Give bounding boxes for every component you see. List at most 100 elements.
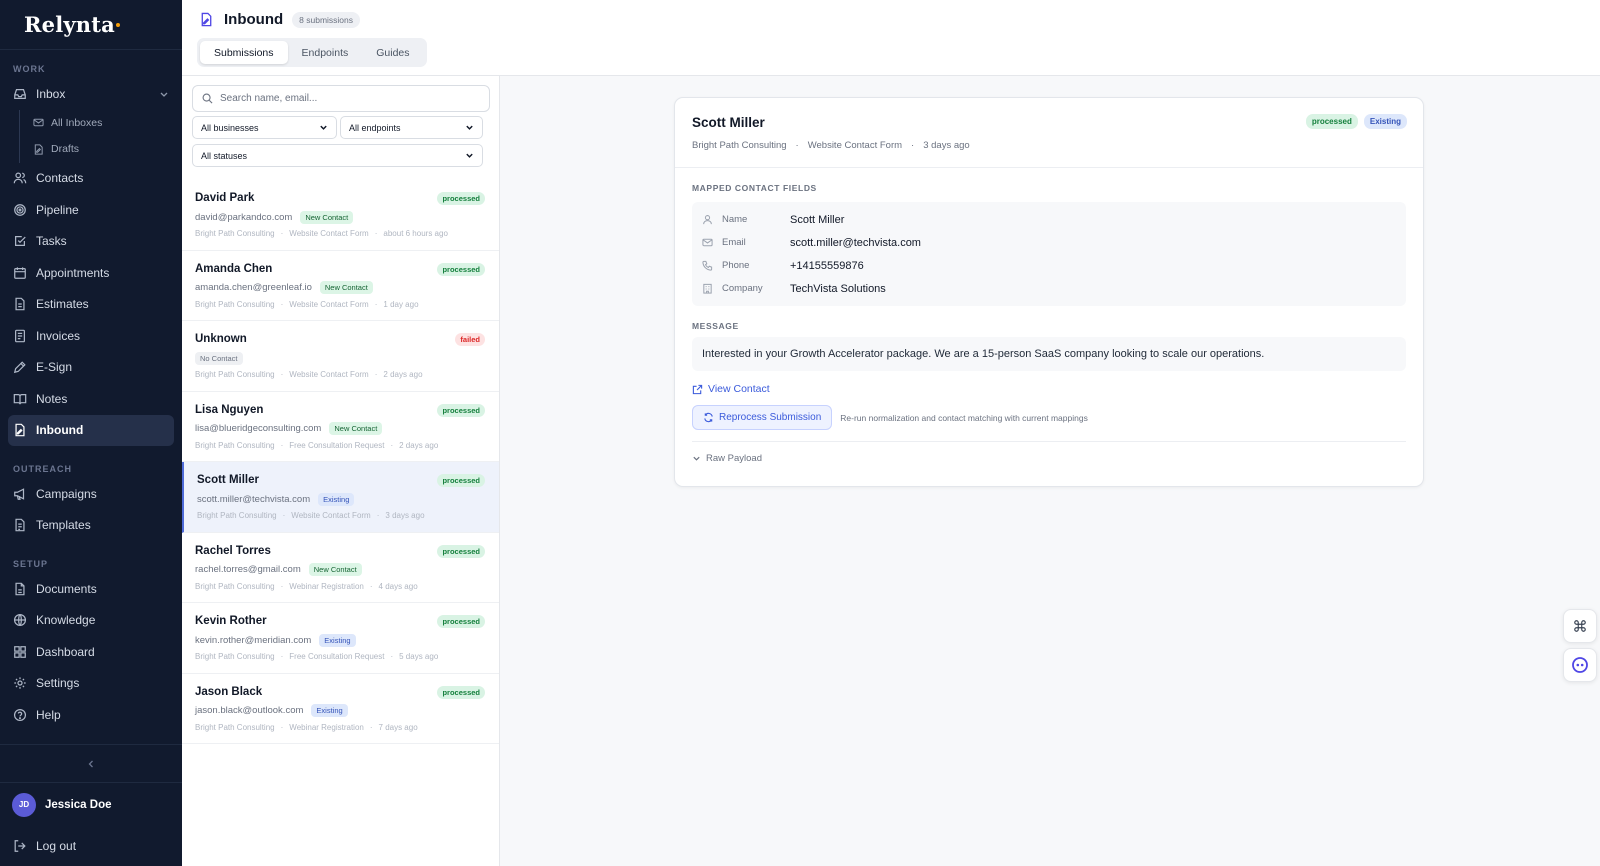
row-business: Bright Path Consulting bbox=[195, 299, 275, 309]
bot-icon bbox=[1571, 656, 1589, 674]
logout-icon bbox=[13, 839, 27, 853]
mail-icon bbox=[702, 237, 713, 248]
section-label-work: WORK bbox=[13, 64, 46, 74]
sidebar-item-templates[interactable]: Templates bbox=[8, 510, 174, 542]
row-email: lisa@blueridgeconsulting.com bbox=[195, 423, 322, 434]
tab-endpoints[interactable]: Endpoints bbox=[288, 41, 363, 64]
search-input[interactable] bbox=[220, 93, 480, 104]
reprocess-row: Reprocess Submission Re-run normalizatio… bbox=[692, 405, 1406, 430]
sidebar-item-invoices[interactable]: Invoices bbox=[8, 320, 174, 352]
sidebar-collapse-button[interactable] bbox=[0, 744, 182, 782]
view-contact-link[interactable]: View Contact bbox=[692, 383, 1406, 395]
status-badge: processed bbox=[437, 685, 485, 699]
sidebar-subitem-drafts[interactable]: Drafts bbox=[28, 136, 174, 163]
sidebar-item-label: Appointments bbox=[36, 265, 110, 280]
contact-badge: No Contact bbox=[195, 351, 243, 365]
row-time: 3 days ago bbox=[385, 511, 425, 520]
tab-guides[interactable]: Guides bbox=[362, 41, 423, 64]
status-badge: failed bbox=[455, 333, 485, 346]
status-badge: processed bbox=[437, 403, 485, 417]
sidebar-item-dashboard[interactable]: Dashboard bbox=[8, 636, 174, 668]
mail-icon bbox=[33, 117, 44, 128]
chevron-down-icon[interactable] bbox=[159, 89, 169, 99]
sidebar-item-tasks[interactable]: Tasks bbox=[8, 226, 174, 258]
raw-payload-toggle[interactable]: Raw Payload bbox=[692, 441, 1406, 464]
row-form: Webinar Registration bbox=[289, 722, 364, 732]
sidebar-item-inbound[interactable]: Inbound bbox=[8, 414, 174, 446]
chevron-down-icon bbox=[319, 123, 328, 132]
reprocess-submission-button[interactable]: Reprocess Submission bbox=[692, 405, 833, 430]
section-label-setup: SETUP bbox=[13, 559, 49, 569]
book-icon bbox=[13, 392, 27, 406]
sidebar-item-label: Knowledge bbox=[36, 613, 96, 628]
submission-row[interactable]: Rachel Torres processed rachel.torres@gm… bbox=[182, 533, 499, 603]
search-box[interactable] bbox=[192, 85, 490, 112]
draft-icon bbox=[33, 144, 44, 155]
submission-row-selected[interactable]: Scott Miller processed scott.miller@tech… bbox=[182, 462, 499, 533]
mapped-fields-title: MAPPED CONTACT FIELDS bbox=[692, 183, 817, 193]
sidebar-subitem-label: Drafts bbox=[51, 143, 80, 156]
logout-button[interactable]: Log out bbox=[0, 826, 182, 866]
match-badge: Existing bbox=[1363, 114, 1407, 129]
tab-bar: Submissions Endpoints Guides bbox=[197, 38, 427, 67]
sidebar-item-label: Templates bbox=[36, 518, 91, 533]
submission-list-panel: All businesses All endpoints All statuse… bbox=[182, 76, 500, 866]
sidebar-item-help[interactable]: Help bbox=[8, 699, 174, 731]
sidebar-item-label: Inbox bbox=[36, 86, 66, 101]
detail-header: Scott Miller processed Existing Bright P… bbox=[675, 98, 1423, 168]
file-text-icon bbox=[13, 297, 27, 311]
sidebar-item-esign[interactable]: E-Sign bbox=[8, 352, 174, 384]
status-badge: processed bbox=[1305, 114, 1358, 129]
chevron-down-icon bbox=[465, 123, 474, 132]
sidebar-item-campaigns[interactable]: Campaigns bbox=[8, 478, 174, 510]
sidebar-item-settings[interactable]: Settings bbox=[8, 668, 174, 700]
row-business: Bright Path Consulting bbox=[195, 440, 275, 450]
sidebar-item-appointments[interactable]: Appointments bbox=[8, 257, 174, 289]
submission-row[interactable]: Lisa Nguyen processed lisa@blueridgecons… bbox=[182, 392, 499, 462]
sidebar-subitem-label: All Inboxes bbox=[51, 116, 103, 129]
submission-row[interactable]: Unknown failed No Contact Bright Path Co… bbox=[182, 321, 499, 392]
sidebar-item-label: Pipeline bbox=[36, 202, 79, 217]
submission-detail-card: Scott Miller processed Existing Bright P… bbox=[674, 97, 1424, 487]
row-email: rachel.torres@gmail.com bbox=[195, 564, 301, 575]
megaphone-icon bbox=[13, 487, 27, 501]
status-filter-select[interactable]: All statuses bbox=[192, 144, 483, 167]
sidebar-item-label: Campaigns bbox=[36, 486, 97, 501]
sidebar-item-label: Contacts bbox=[36, 171, 84, 186]
user-profile[interactable]: JD Jessica Doe bbox=[0, 782, 182, 826]
sidebar-item-documents[interactable]: Documents bbox=[8, 573, 174, 605]
detail-name: Scott Miller bbox=[692, 115, 765, 130]
submission-row[interactable]: Kevin Rother processed kevin.rother@meri… bbox=[182, 603, 499, 674]
external-link-icon bbox=[692, 384, 703, 395]
row-form: Website Contact Form bbox=[289, 229, 369, 238]
sidebar-item-estimates[interactable]: Estimates bbox=[8, 289, 174, 321]
field-label: Phone bbox=[722, 260, 750, 271]
sidebar-item-knowledge[interactable]: Knowledge bbox=[8, 605, 174, 637]
submission-row[interactable]: Amanda Chen processed amanda.chen@greenl… bbox=[182, 251, 499, 321]
sidebar-subitem-all-inboxes[interactable]: All Inboxes bbox=[28, 110, 174, 137]
brand-logo[interactable]: Relynta bbox=[0, 0, 182, 50]
sidebar-item-label: Documents bbox=[36, 581, 97, 596]
users-icon bbox=[13, 171, 27, 185]
page-header: Inbound 8 submissions Submissions Endpoi… bbox=[182, 0, 1600, 76]
detail-time: 3 days ago bbox=[923, 140, 970, 151]
sidebar-item-inbox[interactable]: Inbox bbox=[8, 78, 174, 110]
sidebar-item-label: Help bbox=[36, 707, 61, 722]
submission-row[interactable]: David Park processed david@parkandco.com… bbox=[182, 180, 499, 251]
assistant-button[interactable] bbox=[1563, 648, 1597, 682]
tab-submissions[interactable]: Submissions bbox=[200, 41, 288, 64]
sidebar-item-notes[interactable]: Notes bbox=[8, 383, 174, 415]
endpoint-filter-select[interactable]: All endpoints bbox=[340, 116, 483, 139]
sidebar-item-label: Estimates bbox=[36, 297, 89, 312]
command-menu-button[interactable] bbox=[1563, 609, 1597, 643]
view-contact-label: View Contact bbox=[708, 383, 770, 395]
status-badge: processed bbox=[437, 262, 485, 276]
contact-badge: Existing bbox=[319, 633, 356, 647]
submission-row[interactable]: Jason Black processed jason.black@outloo… bbox=[182, 674, 499, 744]
sidebar-item-pipeline[interactable]: Pipeline bbox=[8, 194, 174, 226]
field-value: Scott Miller bbox=[790, 213, 845, 226]
contact-badge: New Contact bbox=[308, 563, 362, 576]
sidebar-item-contacts[interactable]: Contacts bbox=[8, 163, 174, 195]
business-filter-select[interactable]: All businesses bbox=[192, 116, 337, 139]
chevron-down-icon bbox=[692, 454, 701, 463]
